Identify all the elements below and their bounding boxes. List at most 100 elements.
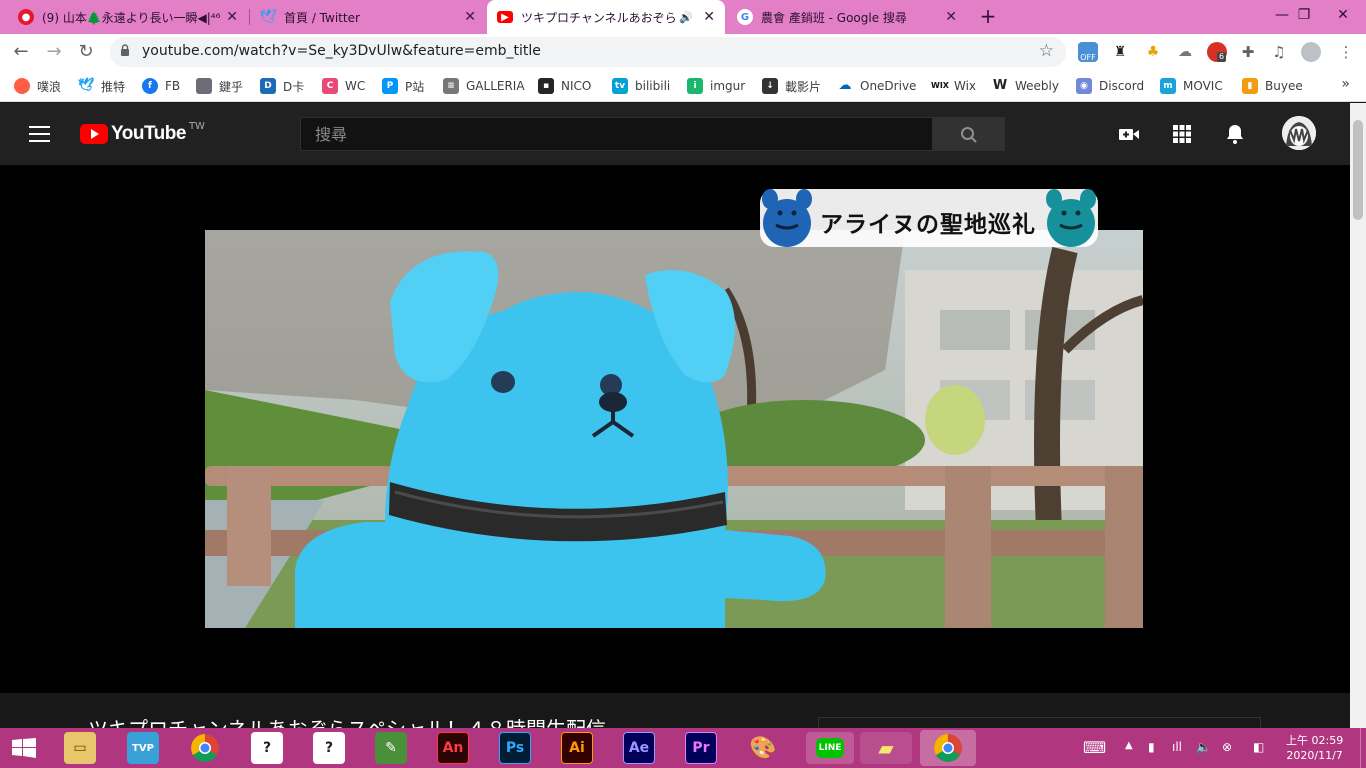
profile-icon[interactable]	[1301, 42, 1321, 62]
taskbar-app-label: Pr	[692, 740, 710, 756]
taskbar-app-line[interactable]: LINE	[806, 732, 854, 764]
bookmark-item[interactable]: ↓ 載影片	[762, 77, 821, 95]
bookmark-item[interactable]: WIX Wix	[931, 77, 976, 95]
new-tab-button[interactable]: +	[976, 4, 1000, 28]
tab-title: ツキプロチャンネルあおぞら	[521, 10, 677, 25]
bookmark-label: WC	[345, 79, 366, 93]
forward-arrow-icon[interactable]: →	[42, 40, 66, 64]
bookmark-item[interactable]: W Weebly	[992, 77, 1059, 95]
bookmark-label: bilibili	[635, 79, 671, 93]
file-explorer-icon[interactable]: ▭	[64, 732, 96, 764]
scrollbar-thumb[interactable]	[1353, 120, 1363, 220]
create-video-icon[interactable]	[1118, 123, 1140, 145]
bilibili-icon: tv	[612, 78, 628, 94]
wifi-icon[interactable]: ıll	[1172, 740, 1182, 754]
url-text: youtube.com/watch?v=Se_ky3DvUlw&feature=…	[142, 43, 541, 59]
taskbar-app-label: An	[442, 740, 464, 756]
notifications-bell-icon[interactable]	[1224, 123, 1246, 145]
extensions-puzzle-icon[interactable]: ✚	[1238, 42, 1258, 62]
close-tab-icon[interactable]: ✕	[226, 9, 238, 25]
bookmark-item[interactable]: ▪ NICO	[538, 77, 591, 95]
user-avatar[interactable]	[1282, 116, 1316, 150]
bookmark-star-icon[interactable]: ☆	[1039, 41, 1054, 61]
video-player[interactable]: アライヌの聖地巡礼	[205, 165, 1143, 693]
system-clock[interactable]: 上午 02:59 2020/11/7	[1286, 733, 1343, 763]
menu-kebab-icon[interactable]: ⋮	[1336, 42, 1356, 62]
windows-start-icon[interactable]	[12, 738, 36, 758]
sticky-notes-icon[interactable]: ▰	[860, 732, 912, 764]
close-tab-icon[interactable]: ✕	[464, 9, 476, 25]
volume-icon[interactable]: 🔈	[1196, 740, 1211, 754]
bookmark-item[interactable]: 🕊 推特	[78, 77, 125, 95]
windows-taskbar: ▭ TVP ? ? ✎ An Ps Ai Ae Pr 🎨 LINE ▰ ⌨ ▲ …	[0, 728, 1366, 768]
show-desktop-button[interactable]	[1360, 728, 1366, 768]
taskbar-app-animate[interactable]: An	[437, 732, 469, 764]
chrome-icon[interactable]	[189, 732, 221, 764]
movic-icon: m	[1160, 78, 1176, 94]
keyboard-icon[interactable]: ⌨	[1083, 738, 1106, 757]
battery-icon[interactable]: ▮	[1148, 740, 1155, 754]
media-control-icon[interactable]: ♫	[1269, 42, 1289, 62]
extension-cloud-icon[interactable]: ☁	[1175, 42, 1195, 62]
video-info-area: ツキプロチャンネルあおぞらスペシャル！４８時間生配信	[0, 693, 1350, 741]
maximize-icon[interactable]: ❐	[1283, 0, 1325, 34]
bookmark-item[interactable]: f FB	[142, 77, 180, 95]
extension-bank-icon[interactable]: ♣	[1143, 42, 1163, 62]
input-method-icon[interactable]: ◧	[1253, 740, 1264, 754]
bookmark-label: Wix	[954, 79, 977, 93]
paint-palette-icon[interactable]: 🎨	[747, 732, 779, 764]
extension-off-icon[interactable]: OFF	[1078, 42, 1098, 62]
tray-close-icon[interactable]: ⊗	[1222, 740, 1232, 754]
bookmark-item[interactable]: ☁ OneDrive	[837, 77, 917, 95]
bookmark-item[interactable]: tv bilibili	[612, 77, 670, 95]
bookmark-label: 鍵乎	[219, 79, 244, 94]
chrome-active-icon[interactable]	[920, 730, 976, 766]
bookmarks-overflow-button[interactable]: »	[1341, 76, 1350, 92]
taskbar-app-after-effects[interactable]: Ae	[623, 732, 655, 764]
close-tab-icon[interactable]: ✕	[945, 9, 957, 25]
paint-app-icon[interactable]: ✎	[375, 732, 407, 764]
twitter-icon: 🕊	[259, 9, 277, 25]
reload-icon[interactable]: ↻	[74, 40, 98, 64]
bookmark-item[interactable]: C WC	[322, 77, 365, 95]
bookmark-item[interactable]: 噗浪	[14, 77, 61, 95]
wc-icon: C	[322, 78, 338, 94]
blue-dog-mascot-icon	[762, 189, 812, 247]
bookmark-label: Weebly	[1015, 79, 1059, 93]
bookmark-item[interactable]: m MOVIC	[1160, 77, 1223, 95]
tab-google[interactable]: G 農會 產銷班 - Google 搜尋 ✕	[727, 0, 967, 34]
window-close-icon[interactable]: ✕	[1320, 0, 1366, 34]
audio-playing-icon[interactable]: 🔊	[679, 11, 693, 24]
taskbar-app-tvp[interactable]: TVP	[127, 732, 159, 764]
bookmark-item[interactable]: D D卡	[260, 77, 304, 95]
apps-grid-icon[interactable]	[1171, 123, 1193, 145]
page-scrollbar[interactable]	[1350, 103, 1366, 728]
tray-expand-icon[interactable]: ▲	[1125, 740, 1133, 751]
clip-studio-2-icon[interactable]: ?	[313, 732, 345, 764]
back-arrow-icon[interactable]: ←	[9, 40, 33, 64]
dcard-icon: D	[260, 78, 276, 94]
bookmark-item[interactable]: ◉ Discord	[1076, 77, 1144, 95]
hamburger-menu-icon[interactable]	[29, 126, 50, 142]
search-box	[300, 117, 933, 151]
tab-twitter[interactable]: 🕊 首頁 / Twitter ✕	[250, 0, 486, 34]
bookmark-item[interactable]: i imgur	[687, 77, 745, 95]
bookmark-item[interactable]: ≡ GALLERIA	[443, 77, 525, 95]
bookmark-item[interactable]: P P站	[382, 77, 424, 95]
search-button[interactable]	[933, 117, 1005, 151]
search-input[interactable]	[301, 118, 932, 150]
address-bar[interactable]: youtube.com/watch?v=Se_ky3DvUlw&feature=…	[110, 37, 1066, 67]
youtube-logo[interactable]: YouTube TW	[80, 121, 205, 145]
tab-weibo[interactable]: ● (9) 山本🌲永遠より長い一瞬◀|⁴⁶ ✕	[8, 0, 248, 34]
taskbar-app-photoshop[interactable]: Ps	[499, 732, 531, 764]
browser-tab-strip: ● (9) 山本🌲永遠より長い一瞬◀|⁴⁶ ✕ 🕊 首頁 / Twitter ✕…	[0, 0, 1366, 34]
close-tab-icon[interactable]: ✕	[703, 9, 715, 25]
taskbar-app-premiere[interactable]: Pr	[685, 732, 717, 764]
tab-youtube-active[interactable]: ▶ ツキプロチャンネルあおぞら 🔊 ✕	[487, 0, 725, 34]
bookmark-item[interactable]: ▮ Buyee	[1242, 77, 1303, 95]
extension-ublock-icon[interactable]: 6	[1207, 42, 1227, 62]
extension-ninja-icon[interactable]: ♜	[1110, 42, 1130, 62]
clip-studio-icon[interactable]: ?	[251, 732, 283, 764]
bookmark-item[interactable]: 鍵乎	[196, 77, 243, 95]
taskbar-app-illustrator[interactable]: Ai	[561, 732, 593, 764]
